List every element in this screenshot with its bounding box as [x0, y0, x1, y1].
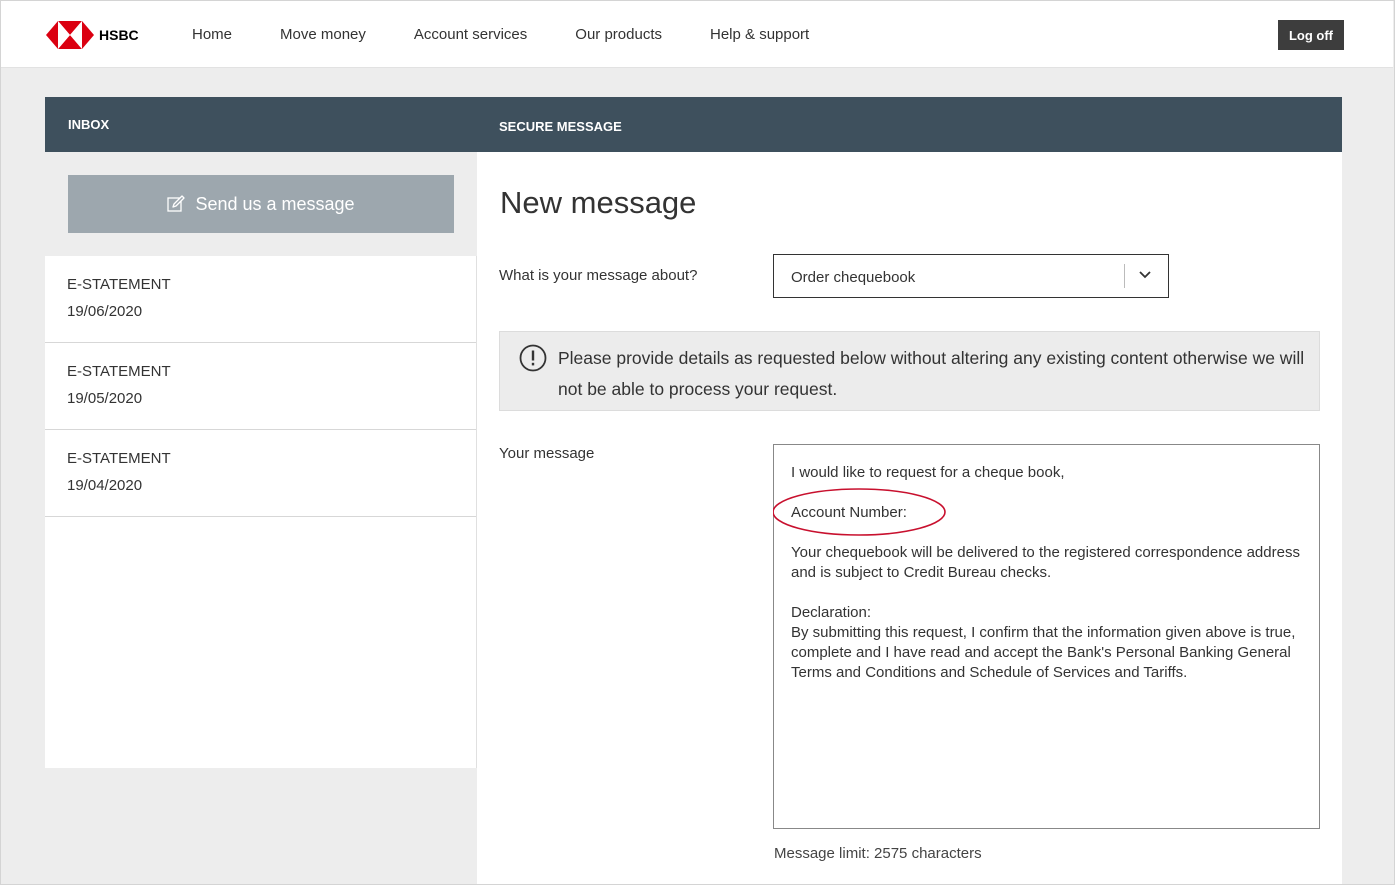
message-date: 19/05/2020	[67, 390, 143, 407]
main-nav: Home Move money Account services Our pro…	[192, 25, 857, 45]
send-us-a-message-button[interactable]: Send us a message	[68, 175, 454, 233]
chevron-down-icon	[1139, 271, 1151, 279]
inbox-message-list: E-STATEMENT 19/06/2020 E-STATEMENT 19/05…	[45, 256, 477, 768]
page-title: New message	[500, 185, 697, 220]
inbox-message-item[interactable]: E-STATEMENT 19/04/2020	[45, 430, 476, 517]
nav-move-money[interactable]: Move money	[280, 25, 366, 45]
message-date: 19/06/2020	[67, 303, 143, 320]
exclamation-circle-icon	[519, 344, 547, 372]
topic-label: What is your message about?	[499, 267, 698, 284]
brand-name: HSBC	[99, 27, 139, 43]
inbox-message-item[interactable]: E-STATEMENT 19/05/2020	[45, 343, 476, 430]
compose-panel: New message What is your message about? …	[477, 152, 1342, 885]
notice-text: Please provide details as requested belo…	[558, 348, 1305, 399]
secure-message-heading: SECURE MESSAGE	[499, 119, 622, 134]
inbox-message-item[interactable]: E-STATEMENT 19/06/2020	[45, 256, 476, 343]
select-divider	[1124, 264, 1125, 288]
message-type: E-STATEMENT	[67, 276, 171, 293]
send-us-a-message-label: Send us a message	[195, 193, 355, 214]
nav-home[interactable]: Home	[192, 25, 232, 45]
nav-our-products[interactable]: Our products	[575, 25, 662, 45]
message-type: E-STATEMENT	[67, 363, 171, 380]
inbox-heading: INBOX	[68, 117, 110, 132]
message-date: 19/04/2020	[67, 477, 143, 494]
compose-icon	[167, 195, 186, 212]
inbox-actions: Send us a message	[45, 152, 477, 256]
red-ellipse-annotation	[773, 488, 946, 536]
log-off-button[interactable]: Log off	[1278, 20, 1344, 50]
section-header-band: INBOX SECURE MESSAGE	[45, 97, 1342, 152]
nav-help-support[interactable]: Help & support	[710, 25, 809, 45]
top-navigation-bar: HSBC Home Move money Account services Ou…	[1, 1, 1393, 68]
hsbc-logo[interactable]: HSBC	[46, 21, 139, 49]
info-notice: Please provide details as requested belo…	[499, 331, 1320, 411]
message-limit: Message limit: 2575 characters	[774, 845, 982, 862]
message-label: Your message	[499, 445, 595, 462]
message-type: E-STATEMENT	[67, 450, 171, 467]
nav-account-services[interactable]: Account services	[414, 25, 527, 45]
topic-select[interactable]: Order chequebook	[773, 254, 1169, 298]
hsbc-hexagon-icon	[46, 21, 94, 49]
topic-selected-value: Order chequebook	[791, 269, 916, 286]
